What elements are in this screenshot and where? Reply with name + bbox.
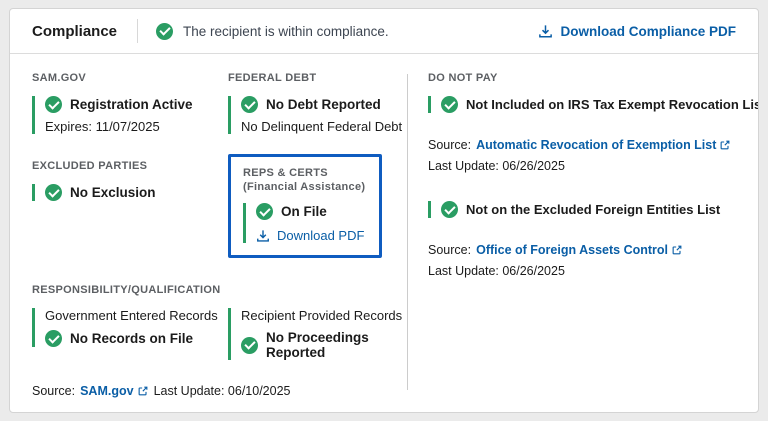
download-icon — [256, 229, 270, 243]
download-compliance-pdf-link[interactable]: Download Compliance PDF — [538, 24, 736, 39]
reps-certs-status: On File — [281, 204, 327, 219]
sam-gov-link-label: SAM.gov — [80, 384, 133, 398]
ofac-link-label: Office of Foreign Assets Control — [476, 243, 668, 257]
sam-gov-status-block: Registration Active Expires: 11/07/2025 — [32, 96, 228, 134]
sam-gov-status: Registration Active — [70, 97, 193, 112]
section-excluded-parties: EXCLUDED PARTIES No Exclusion — [32, 160, 228, 201]
federal-debt-status: No Debt Reported — [266, 97, 381, 112]
irs-source-line: Source: Automatic Revocation of Exemptio… — [428, 138, 740, 152]
check-circle-icon — [156, 23, 173, 40]
do-not-pay-heading: DO NOT PAY — [428, 72, 740, 84]
left-column: SAM.GOV Registration Active Expires: 11/… — [32, 72, 407, 398]
reps-certs-status-block: On File Download PDF — [243, 203, 365, 243]
compliance-panel: Compliance The recipient is within compl… — [9, 8, 759, 413]
ofac-link[interactable]: Office of Foreign Assets Control — [476, 243, 683, 257]
section-reps-certs: REPS & CERTS (Financial Assistance) On F… — [228, 160, 407, 258]
do-not-pay-column: DO NOT PAY Not Included on IRS Tax Exemp… — [408, 72, 740, 398]
source-label: Source: — [32, 384, 75, 398]
excluded-parties-status-block: No Exclusion — [32, 184, 228, 201]
foreign-entities-status: Not on the Excluded Foreign Entities Lis… — [466, 202, 720, 217]
sam-gov-heading: SAM.GOV — [32, 72, 228, 84]
foreign-entities-source-line: Source: Office of Foreign Assets Control — [428, 243, 740, 257]
reps-certs-subheading: (Financial Assistance) — [243, 181, 365, 193]
irs-last-update: Last Update: 06/26/2025 — [428, 159, 740, 173]
source-label: Source: — [428, 243, 471, 257]
download-pdf-label: Download PDF — [277, 228, 364, 243]
section-federal-debt: FEDERAL DEBT No Debt Reported No Delinqu… — [228, 72, 407, 134]
download-compliance-pdf-label: Download Compliance PDF — [560, 24, 736, 39]
panel-body: SAM.GOV Registration Active Expires: 11/… — [10, 54, 758, 412]
excluded-parties-status: No Exclusion — [70, 185, 156, 200]
panel-header: Compliance The recipient is within compl… — [10, 9, 758, 54]
check-circle-icon — [45, 96, 62, 113]
government-entered-records-item: Government Entered Records No Records on… — [32, 308, 228, 347]
download-pdf-link[interactable]: Download PDF — [256, 228, 365, 243]
left-grid: SAM.GOV Registration Active Expires: 11/… — [32, 72, 407, 360]
federal-debt-status-block: No Debt Reported No Delinquent Federal D… — [228, 96, 407, 134]
header-separator — [137, 19, 138, 43]
recipient-provided-records-item: Recipient Provided Records No Proceeding… — [228, 308, 407, 360]
check-circle-icon — [45, 184, 62, 201]
reps-certs-heading: REPS & CERTS — [243, 167, 365, 179]
government-entered-records-label: Government Entered Records — [45, 308, 228, 323]
check-circle-icon — [441, 96, 458, 113]
check-circle-icon — [45, 330, 62, 347]
responsibility-row: Government Entered Records No Records on… — [32, 308, 407, 360]
sam-last-update: Last Update: 06/10/2025 — [154, 384, 291, 398]
check-circle-icon — [441, 201, 458, 218]
federal-debt-heading: FEDERAL DEBT — [228, 72, 407, 84]
responsibility-heading: RESPONSIBILITY/QUALIFICATION — [32, 284, 407, 296]
federal-debt-detail: No Delinquent Federal Debt — [241, 119, 407, 134]
external-link-icon — [719, 139, 731, 151]
external-link-icon — [671, 244, 683, 256]
sam-source-line: Source: SAM.gov Last Update: 06/10/2025 — [32, 372, 407, 398]
irs-status: Not Included on IRS Tax Exempt Revocatio… — [466, 97, 759, 112]
panel-title: Compliance — [32, 23, 117, 40]
check-circle-icon — [241, 96, 258, 113]
check-circle-icon — [241, 337, 258, 354]
sam-gov-link[interactable]: SAM.gov — [80, 384, 148, 398]
dnp-item-foreign-entities: Not on the Excluded Foreign Entities Lis… — [428, 201, 740, 278]
government-entered-records-status: No Records on File — [70, 331, 193, 346]
recipient-provided-records-status: No Proceedings Reported — [266, 330, 407, 360]
section-responsibility: RESPONSIBILITY/QUALIFICATION Government … — [32, 284, 407, 360]
external-link-icon — [137, 385, 149, 397]
dnp-item-irs: Not Included on IRS Tax Exempt Revocatio… — [428, 96, 740, 173]
section-sam-gov: SAM.GOV Registration Active Expires: 11/… — [32, 72, 228, 134]
reps-certs-highlight-box: REPS & CERTS (Financial Assistance) On F… — [228, 154, 382, 258]
recipient-provided-records-label: Recipient Provided Records — [241, 308, 407, 323]
excluded-parties-heading: EXCLUDED PARTIES — [32, 160, 228, 172]
check-circle-icon — [256, 203, 273, 220]
irs-status-block: Not Included on IRS Tax Exempt Revocatio… — [428, 96, 740, 113]
automatic-revocation-link-label: Automatic Revocation of Exemption List — [476, 138, 716, 152]
download-icon — [538, 24, 553, 39]
source-label: Source: — [428, 138, 471, 152]
foreign-entities-last-update: Last Update: 06/26/2025 — [428, 264, 740, 278]
sam-gov-expiration: Expires: 11/07/2025 — [45, 119, 228, 134]
automatic-revocation-link[interactable]: Automatic Revocation of Exemption List — [476, 138, 731, 152]
compliance-status-text: The recipient is within compliance. — [183, 24, 389, 39]
foreign-entities-status-block: Not on the Excluded Foreign Entities Lis… — [428, 201, 740, 218]
